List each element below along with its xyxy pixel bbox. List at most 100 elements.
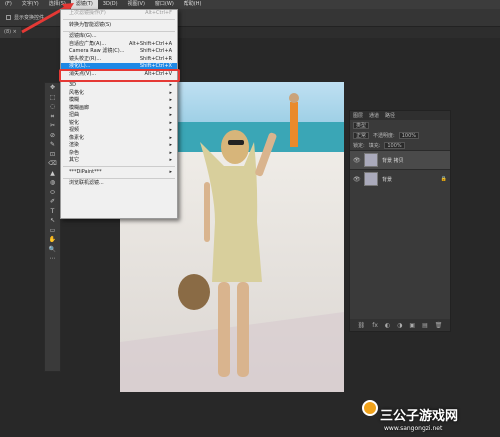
tool-icon[interactable]: ⬭ [45,188,60,198]
menu-separator [63,166,175,167]
filter-menu-item[interactable]: Camera Raw 滤镜(C)... Shift+Ctrl+A [61,48,177,56]
menu-separator [63,19,175,20]
tool-icon[interactable]: ⬚ [45,93,60,103]
tool-icon[interactable]: ⌫ [45,159,60,169]
menu-item-shortcut: Alt+Shift+Ctrl+A [128,40,172,47]
menu-item-label: 自适应广角(A)... [69,40,107,47]
opacity-label: 不透明度: [373,132,395,139]
menu-item-label: 视频 [69,127,80,133]
filter-menu-item[interactable]: 像素化 [61,135,177,143]
layer-row[interactable]: 👁 背景 拷贝 [350,150,450,169]
tool-icon[interactable]: ⊡ [45,150,60,160]
fill-label: 填充: [368,142,381,149]
layers-footer-icon[interactable]: 🗑 [435,322,443,329]
visibility-eye-icon[interactable]: 👁 [353,157,361,164]
fill-field[interactable]: 100% [384,141,405,149]
tool-icon[interactable]: ↖ [45,216,60,226]
menu-item[interactable]: 3D(D) [98,0,123,9]
layers-tab[interactable]: 路径 [385,112,395,119]
tool-icon[interactable]: 🔍 [45,245,60,255]
filter-menu-item[interactable]: 自适应广角(A)... Alt+Shift+Ctrl+A [61,41,177,49]
layers-footer-icon[interactable]: ◐ [385,322,390,329]
menu-item-label: 上次滤镜操作(F) [69,10,106,16]
filter-menu-item[interactable]: 扭曲 [61,112,177,120]
menu-item-label: 其它 [69,157,80,163]
layer-thumbnail [364,172,378,186]
tool-icon[interactable]: ✂ [45,121,60,131]
menu-item-label: 锐化 [69,119,80,126]
tool-icon[interactable]: ◍ [45,178,60,188]
menu-item-label: 3D [69,82,77,88]
filter-menu-item[interactable]: 风格化 [61,90,177,98]
layer-thumbnail [364,153,378,167]
menu-bar: (F) 文字(Y) 选择(S) 滤镜(T) 3D(D) 视图(V) 窗口(W) 帮助(H) [0,0,500,9]
tool-icon[interactable]: ⋯ [45,254,60,264]
tool-icon[interactable]: ⊘ [45,131,60,141]
menu-item-label: Camera Raw 滤镜(C)... [69,48,125,54]
menu-item[interactable]: 选择(S) [44,0,71,9]
menu-item[interactable]: 窗口(W) [150,0,179,9]
menu-item-label: 镜头校正(R)... [69,55,102,62]
filter-menu-item[interactable]: 其它 [61,157,177,165]
menu-item[interactable]: (F) [0,0,17,9]
tool-icon[interactable]: ▭ [45,226,60,236]
menu-item-label: 模糊画廊 [69,104,90,111]
menu-item-shortcut: Shift+Ctrl+R [139,55,172,62]
tool-icon[interactable]: T [45,207,60,217]
tool-icon[interactable]: ✎ [45,140,60,150]
opacity-field[interactable]: 100% [398,131,419,139]
menu-item[interactable]: 视图(V) [123,0,150,9]
menu-item[interactable]: 帮助(H) [179,0,207,9]
blend-mode-select[interactable]: 正常 [353,131,370,139]
menu-item-shortcut: Alt+Ctrl+F [145,10,172,16]
layers-footer-icon[interactable]: fx [372,322,378,329]
layers-tab[interactable]: 通道 [369,112,379,119]
filter-kind-select[interactable]: 类型 [353,121,370,129]
visibility-eye-icon[interactable]: 👁 [353,176,361,183]
lock-icon: 🔒 [440,176,447,182]
show-transform-checkbox[interactable] [6,15,11,20]
tool-icon[interactable]: ◌ [45,102,60,112]
document-tab[interactable]: (8) × [0,27,21,38]
filter-menu-item[interactable]: 视频 [61,127,177,135]
menu-item-label: ***DiPaint*** [69,168,102,175]
layers-tab[interactable]: 图层 [353,112,363,119]
layers-footer: ⛓ fx ◐ ◑ ▣ ▤ 🗑 [350,319,450,331]
filter-menu-item[interactable]: ***DiPaint*** [61,169,177,177]
layers-footer-icon[interactable]: ▤ [422,322,428,329]
menu-separator [63,30,175,32]
filter-menu-item[interactable]: 镜头校正(R)... Shift+Ctrl+R [61,56,177,64]
filter-menu-item[interactable]: 转换为智能滤镜(S) [61,22,177,30]
layer-name: 背景 拷贝 [382,157,404,164]
filter-menu-item[interactable]: 锐化 [61,120,177,128]
tool-icon[interactable]: ✥ [45,83,60,93]
layer-row[interactable]: 👁 背景 🔒 [350,169,450,188]
filter-menu: 上次滤镜操作(F) Alt+Ctrl+F 转换为智能滤镜(S) 滤镜库(G)... 自适… [60,9,178,219]
menu-item[interactable]: 滤镜(T) [70,0,98,9]
filter-menu-item[interactable]: 模糊画廊 [61,105,177,113]
watermark-logo [362,400,378,416]
menu-item[interactable]: 文字(Y) [17,0,44,9]
highlight-box [59,69,180,82]
lock-label: 锁定: [353,142,365,149]
tool-icon[interactable]: ✐ [45,197,60,207]
tool-icon[interactable]: ⌗ [45,112,60,122]
layers-footer-icon[interactable]: ◑ [397,322,402,329]
filter-menu-item[interactable]: 3D [61,82,177,90]
filter-menu-item[interactable]: 渲染 [61,142,177,150]
menu-item-label: 转换为智能滤镜(S) [69,21,112,28]
layers-footer-icon[interactable]: ▣ [409,322,415,329]
menu-item-shortcut: Shift+Ctrl+A [139,48,172,54]
layers-footer-icon[interactable]: ⛓ [358,322,366,329]
filter-menu-item[interactable]: 上次滤镜操作(F) Alt+Ctrl+F [61,10,177,18]
filter-menu-item[interactable]: 浏览联机滤镜... [61,180,177,188]
filter-menu-item[interactable]: 滤镜库(G)... [61,33,177,41]
tool-icon[interactable]: ✋ [45,235,60,245]
tools-panel: ✥ ⬚ ◌ ⌗ ✂ ⊘ ✎ ⊡ ⌫ ▲ ◍ ⬭ ✐ T ↖ ▭ ✋ 🔍 ⋯ [44,82,61,372]
layers-panel: 图层 通道 路径 类型 正常 不透明度: 100% 锁定: 填充: 100% 👁 背景… [349,110,451,332]
filter-menu-item[interactable]: 杂色 [61,150,177,158]
layer-list: 👁 背景 拷贝 👁 背景 🔒 [350,150,450,188]
menu-separator [63,177,175,179]
tool-icon[interactable]: ▲ [45,169,60,179]
filter-menu-item[interactable]: 模糊 [61,97,177,105]
